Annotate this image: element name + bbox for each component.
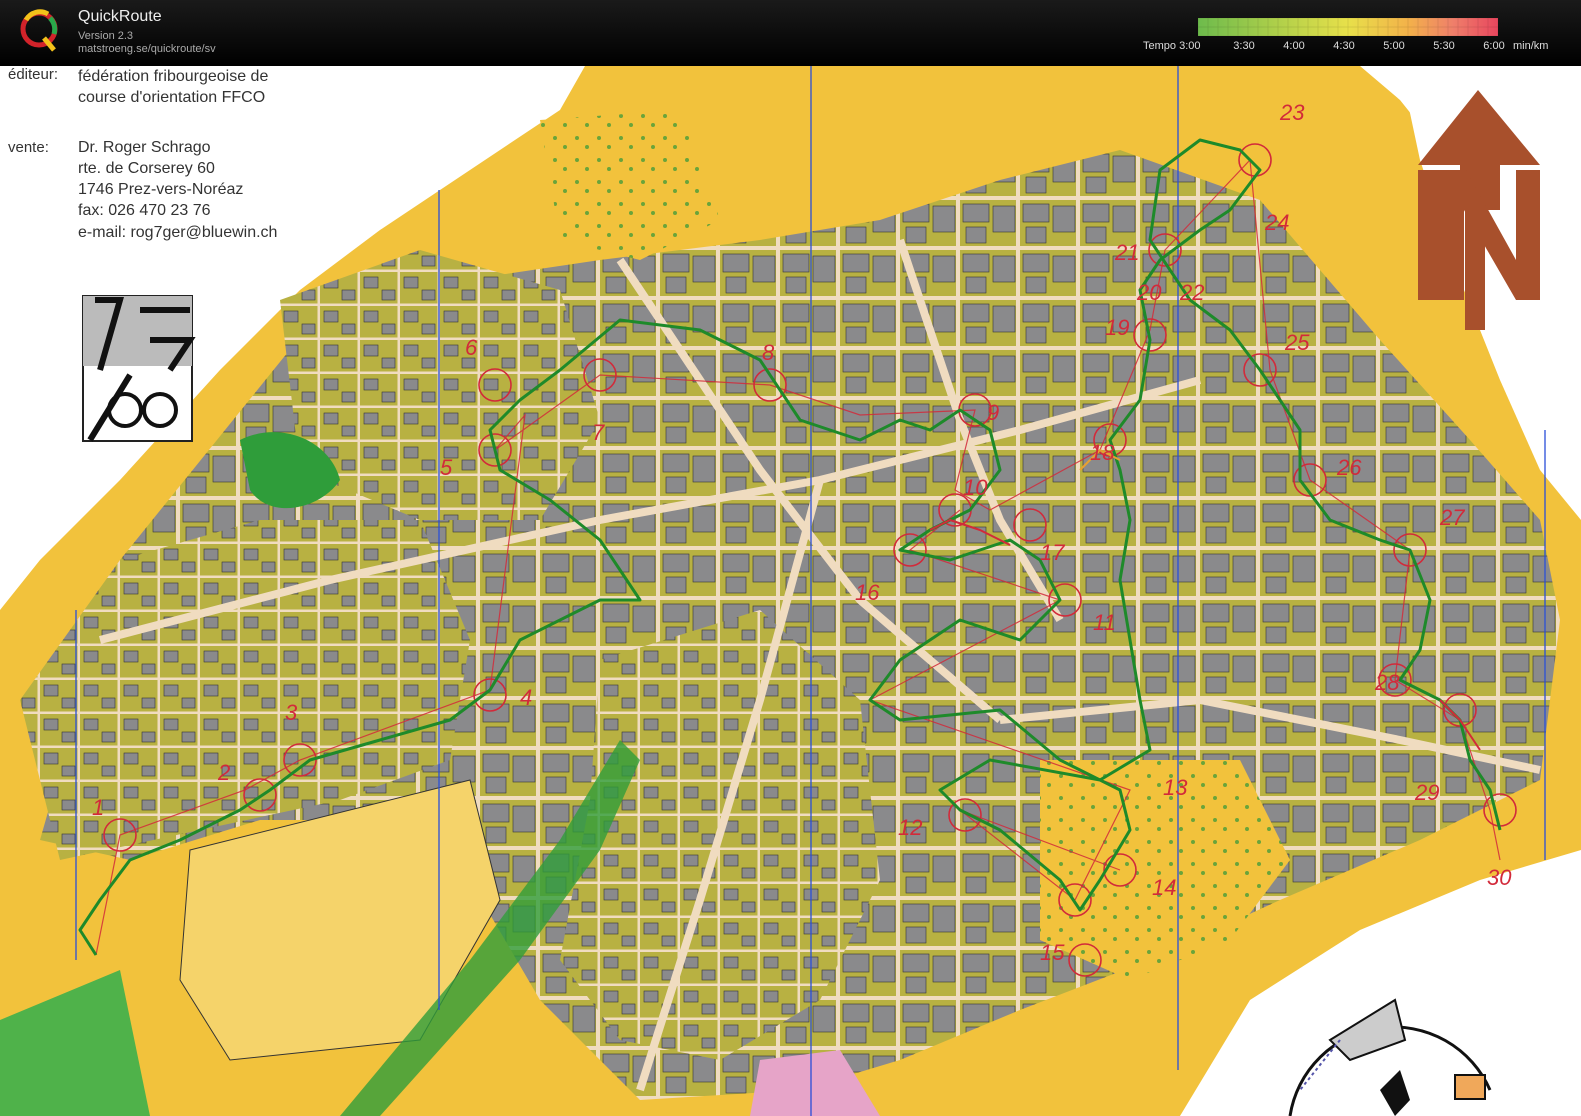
control-number: 12	[898, 815, 922, 840]
control-number: 14	[1152, 875, 1176, 900]
tempo-tick: 4:00	[1283, 40, 1305, 52]
control-number: 26	[1336, 455, 1362, 480]
control-number: 4	[520, 685, 532, 710]
control-number: 18	[1090, 440, 1115, 465]
control-number: 28	[1374, 670, 1400, 695]
control-number: 11	[1093, 610, 1116, 635]
sale-line: 1746 Prez-vers-Noréaz	[78, 181, 244, 198]
control-number: 9	[987, 400, 999, 425]
control-number: 27	[1439, 505, 1465, 530]
tempo-color-bar	[1198, 18, 1498, 36]
sale-label: vente:	[8, 139, 49, 156]
editor-label: éditeur:	[8, 66, 59, 83]
control-number: 7	[592, 420, 605, 445]
editor-line: fédération fribourgeoise de	[78, 68, 269, 85]
control-number: 29	[1414, 780, 1439, 805]
control-number: 21	[1114, 240, 1139, 265]
control-number: 23	[1279, 100, 1305, 125]
tempo-unit: min/km	[1513, 40, 1549, 52]
control-number: 30	[1487, 865, 1512, 890]
control-number: 25	[1284, 330, 1310, 355]
app-header: QuickRoute Version 2.3 matstroeng.se/qui…	[0, 0, 1581, 66]
control-number: 19	[1105, 315, 1129, 340]
control-number: 8	[762, 340, 775, 365]
control-number: 15	[1040, 940, 1065, 965]
control-number: 5	[440, 455, 453, 480]
sale-line: Dr. Roger Schrago	[78, 139, 211, 156]
app-url: matstroeng.se/quickroute/sv	[78, 43, 216, 55]
control-number: 22	[1179, 280, 1204, 305]
tempo-tick: 6:00	[1483, 40, 1505, 52]
control-number: 2	[217, 760, 230, 785]
app-version: Version 2.3	[78, 30, 134, 42]
tempo-tick: 3:30	[1233, 40, 1255, 52]
control-number: 16	[855, 580, 880, 605]
quickroute-logo-icon	[20, 9, 58, 52]
control-number: 17	[1040, 540, 1065, 565]
tempo-tick: 5:30	[1433, 40, 1455, 52]
sale-line: fax: 026 470 23 76	[78, 202, 211, 219]
control-number: 3	[285, 700, 298, 725]
control-number: 13	[1163, 775, 1188, 800]
control-number: 20	[1136, 280, 1162, 305]
sale-line: rte. de Corserey 60	[78, 160, 215, 177]
editor-line: course d'orientation FFCO	[78, 89, 266, 106]
control-number: 10	[963, 475, 988, 500]
app-title: QuickRoute	[78, 8, 162, 25]
control-number: 6	[465, 335, 478, 360]
tempo-label: Tempo 3:00	[1143, 40, 1201, 52]
sale-line: e-mail: rog7ger@bluewin.ch	[78, 224, 278, 241]
tempo-tick: 5:00	[1383, 40, 1405, 52]
control-number: 1	[92, 795, 104, 820]
tempo-tick: 4:30	[1333, 40, 1355, 52]
control-number: 24	[1264, 210, 1289, 235]
club-logo-icon	[82, 295, 196, 442]
